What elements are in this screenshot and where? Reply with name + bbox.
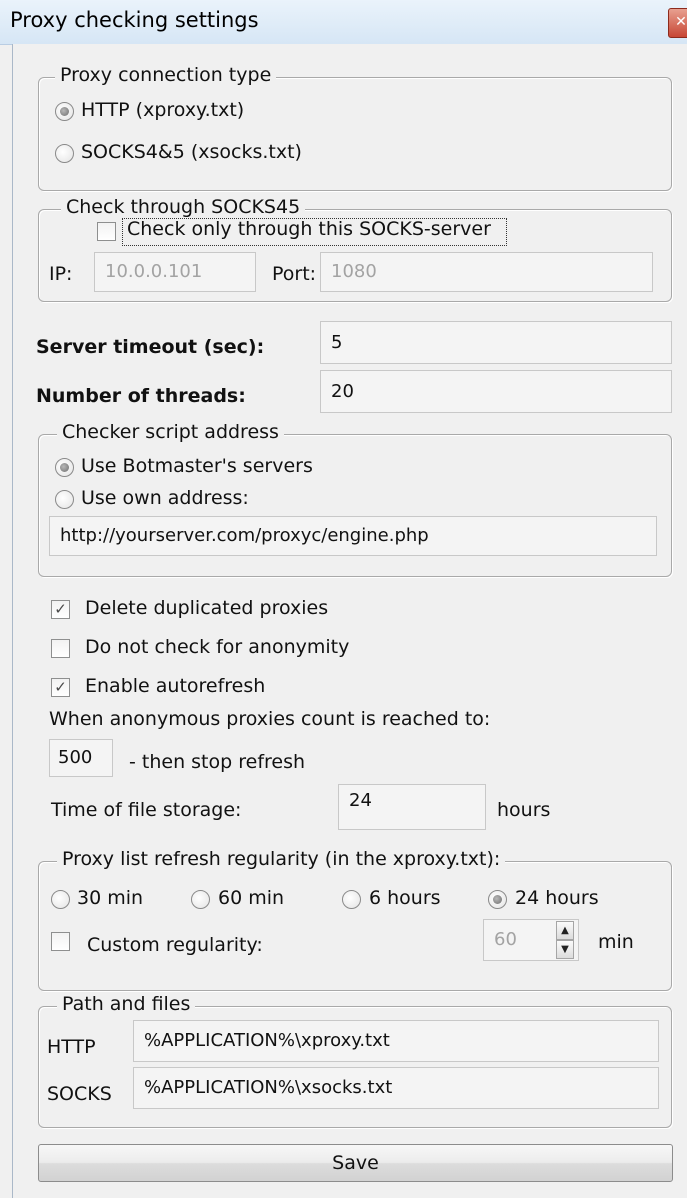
custom-regularity-label[interactable]: Custom regularity: — [87, 934, 263, 956]
autorefresh-checkbox[interactable]: ✓ — [51, 678, 70, 697]
custom-regularity-checkbox[interactable] — [51, 932, 70, 951]
socks-only-label[interactable]: Check only through this SOCKS-server — [127, 218, 491, 240]
paths-legend: Path and files — [57, 993, 196, 1015]
http-path-label: HTTP — [47, 1036, 96, 1058]
custom-regularity-unit: min — [598, 931, 634, 953]
anon-count-input[interactable]: 500 — [49, 739, 113, 777]
settings-window: Proxy checking settings ✕ Proxy connecti… — [0, 0, 687, 1198]
delete-duplicates-label[interactable]: Delete duplicated proxies — [85, 597, 328, 619]
threads-label: Number of threads: — [36, 385, 246, 407]
connection-type-group — [38, 77, 672, 191]
port-label: Port: — [272, 263, 317, 285]
radio-socks-label[interactable]: SOCKS4&5 (xsocks.txt) — [81, 141, 302, 163]
port-input[interactable]: 1080 — [320, 252, 653, 292]
server-timeout-label: Server timeout (sec): — [36, 336, 265, 358]
no-anonymity-label[interactable]: Do not check for anonymity — [85, 636, 349, 658]
radio-30-min[interactable] — [51, 890, 70, 909]
server-timeout-input[interactable]: 5 — [320, 321, 672, 364]
radio-botmaster-servers[interactable] — [55, 458, 74, 477]
connection-type-legend: Proxy connection type — [55, 64, 277, 86]
socks-check-legend: Check through SOCKS45 — [61, 196, 306, 218]
threads-input[interactable]: 20 — [320, 370, 672, 413]
socks-only-checkbox[interactable] — [97, 222, 116, 241]
radio-24-hours-label[interactable]: 24 hours — [515, 887, 599, 909]
ip-input[interactable]: 10.0.0.101 — [94, 252, 256, 292]
spin-up-icon[interactable]: ▲ — [556, 921, 574, 940]
window-title: Proxy checking settings — [10, 8, 259, 32]
socks-path-label: SOCKS — [47, 1083, 112, 1105]
checker-script-legend: Checker script address — [57, 421, 284, 443]
autorefresh-label[interactable]: Enable autorefresh — [85, 675, 265, 697]
dialog-body: Proxy connection type HTTP (xproxy.txt) … — [12, 44, 687, 1198]
radio-own-address-label[interactable]: Use own address: — [81, 487, 249, 509]
save-button[interactable]: Save — [38, 1144, 673, 1182]
stop-refresh-text: - then stop refresh — [129, 751, 306, 773]
checker-address-input[interactable]: http://yourserver.com/proxyc/engine.php — [49, 516, 657, 556]
radio-6-hours-label[interactable]: 6 hours — [369, 887, 441, 909]
radio-60-min-label[interactable]: 60 min — [218, 887, 284, 909]
ip-label: IP: — [49, 263, 73, 285]
radio-30-min-label[interactable]: 30 min — [77, 887, 143, 909]
refresh-regularity-legend: Proxy list refresh regularity (in the xp… — [57, 848, 506, 870]
spin-down-icon[interactable]: ▼ — [556, 940, 574, 959]
radio-socks[interactable] — [55, 144, 74, 163]
radio-60-min[interactable] — [191, 890, 210, 909]
socks-path-input[interactable]: %APPLICATION%\xsocks.txt — [133, 1067, 659, 1109]
anon-count-text: When anonymous proxies count is reached … — [49, 708, 491, 730]
storage-label: Time of file storage: — [51, 799, 242, 821]
close-icon[interactable]: ✕ — [668, 8, 687, 38]
delete-duplicates-checkbox[interactable]: ✓ — [51, 600, 70, 619]
http-path-input[interactable]: %APPLICATION%\xproxy.txt — [133, 1020, 659, 1062]
radio-botmaster-label[interactable]: Use Botmaster's servers — [81, 455, 313, 477]
radio-24-hours[interactable] — [488, 890, 507, 909]
no-anonymity-checkbox[interactable] — [51, 639, 70, 658]
radio-own-address[interactable] — [55, 490, 74, 509]
radio-http-label[interactable]: HTTP (xproxy.txt) — [81, 99, 244, 121]
storage-unit: hours — [497, 799, 551, 821]
storage-input[interactable]: 24 — [338, 784, 486, 830]
title-bar[interactable]: Proxy checking settings ✕ — [0, 0, 687, 45]
radio-http[interactable] — [55, 102, 74, 121]
radio-6-hours[interactable] — [342, 890, 361, 909]
